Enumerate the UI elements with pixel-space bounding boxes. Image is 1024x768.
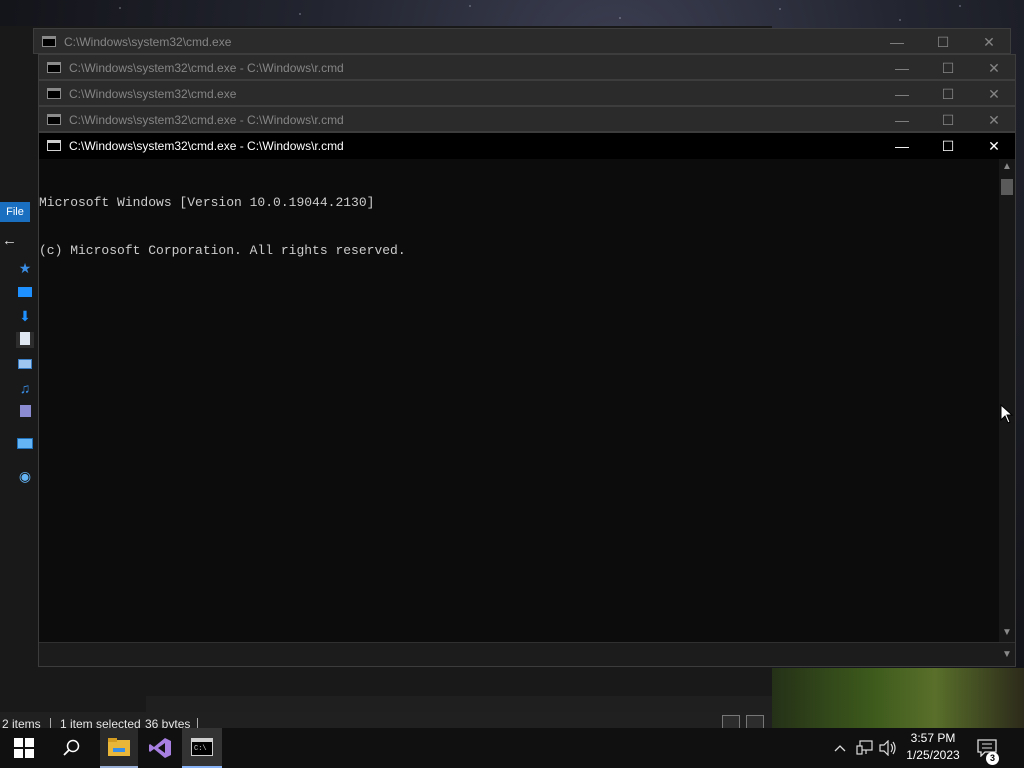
quick-access-icon[interactable]: ★ [16,260,34,276]
network-status-button[interactable] [854,728,876,768]
cmd-window-4[interactable]: C:\Windows\system32\cmd.exe - C:\Windows… [38,106,1016,132]
desktop-icon[interactable] [16,284,34,300]
speaker-icon [879,740,896,756]
this-pc-icon[interactable] [16,436,34,452]
cmd-window-1[interactable]: C:\Windows\system32\cmd.exe — ☐ ✕ [33,28,1011,54]
show-hidden-icons-button[interactable] [830,728,850,768]
cmd-icon: C:\ [191,738,213,756]
taskbar-command-prompt[interactable]: C:\ [182,728,222,768]
title-bar[interactable]: C:\Windows\system32\cmd.exe - C:\Windows… [39,133,1015,159]
maximize-button[interactable]: ☐ [925,55,971,81]
close-button[interactable]: ✕ [971,107,1017,133]
scroll-down-icon[interactable]: ▼ [1002,649,1012,660]
pictures-icon[interactable] [16,356,34,372]
console-bottom-bar: ▼ [39,642,1015,666]
minimize-button[interactable]: — [879,55,925,81]
cmd-window-active[interactable]: C:\Windows\system32\cmd.exe - C:\Windows… [38,132,1016,667]
start-button[interactable] [0,728,48,768]
taskbar-visual-studio[interactable] [140,728,180,768]
visual-studio-icon [149,738,171,758]
ribbon-file-tab[interactable]: File [0,202,30,222]
close-button[interactable]: ✕ [966,29,1012,55]
close-button[interactable]: ✕ [971,81,1017,107]
window-title: C:\Windows\system32\cmd.exe - C:\Windows… [69,139,344,153]
maximize-button[interactable]: ☐ [925,81,971,107]
network-icon [856,740,873,755]
minimize-button[interactable]: — [879,133,925,159]
clock-date: 1/25/2023 [906,748,960,762]
chevron-up-icon [834,745,846,752]
cmd-window-2[interactable]: C:\Windows\system32\cmd.exe - C:\Windows… [38,54,1016,80]
cmd-icon [47,88,61,99]
window-title: C:\Windows\system32\cmd.exe - C:\Windows… [69,61,344,75]
mouse-cursor-icon [1000,404,1014,424]
maximize-button[interactable]: ☐ [925,107,971,133]
close-button[interactable]: ✕ [971,133,1017,159]
clock-time: 3:57 PM [910,731,956,745]
documents-icon[interactable] [16,332,34,348]
downloads-icon[interactable]: ⬇ [16,308,34,324]
cmd-icon [47,62,61,73]
console-line: Microsoft Windows [Version 10.0.19044.21… [39,195,375,210]
maximize-button[interactable]: ☐ [920,29,966,55]
taskbar-clock[interactable]: 3:57 PM 1/25/2023 [898,730,968,764]
cmd-icon [47,140,61,151]
taskbar: C:\ 3:57 PM 1/25/2023 [0,728,1024,768]
window-title: C:\Windows\system32\cmd.exe [64,35,232,49]
music-icon[interactable]: ♫ [16,380,34,396]
vertical-scrollbar[interactable]: ▲ ▼ [999,159,1015,642]
volume-button[interactable] [878,728,898,768]
scroll-thumb[interactable] [1001,179,1013,195]
folder-icon [108,738,130,756]
svg-text:C:\: C:\ [194,745,207,753]
maximize-button[interactable]: ☐ [925,133,971,159]
cmd-icon [47,114,61,125]
taskbar-file-explorer[interactable] [100,728,138,768]
network-icon[interactable]: ◉ [16,468,34,484]
back-arrow-icon[interactable]: ← [2,232,17,249]
search-icon [63,739,80,756]
cmd-icon [42,36,56,47]
search-button[interactable] [48,728,96,768]
console-output[interactable]: Microsoft Windows [Version 10.0.19044.21… [39,163,999,291]
scroll-up-icon[interactable]: ▲ [1002,161,1012,172]
notification-count-badge: 3 [986,752,999,765]
window-title: C:\Windows\system32\cmd.exe [69,87,237,101]
wallpaper-landscape [770,668,1024,736]
minimize-button[interactable]: — [874,29,920,55]
console-line: (c) Microsoft Corporation. All rights re… [39,243,406,258]
videos-icon[interactable] [16,404,34,420]
windows-logo-icon [14,738,34,758]
minimize-button[interactable]: — [879,107,925,133]
cmd-window-3[interactable]: C:\Windows\system32\cmd.exe — ☐ ✕ [38,80,1016,106]
scroll-down-icon[interactable]: ▼ [1002,627,1012,638]
close-button[interactable]: ✕ [971,55,1017,81]
window-title: C:\Windows\system32\cmd.exe - C:\Windows… [69,113,344,127]
minimize-button[interactable]: — [879,81,925,107]
